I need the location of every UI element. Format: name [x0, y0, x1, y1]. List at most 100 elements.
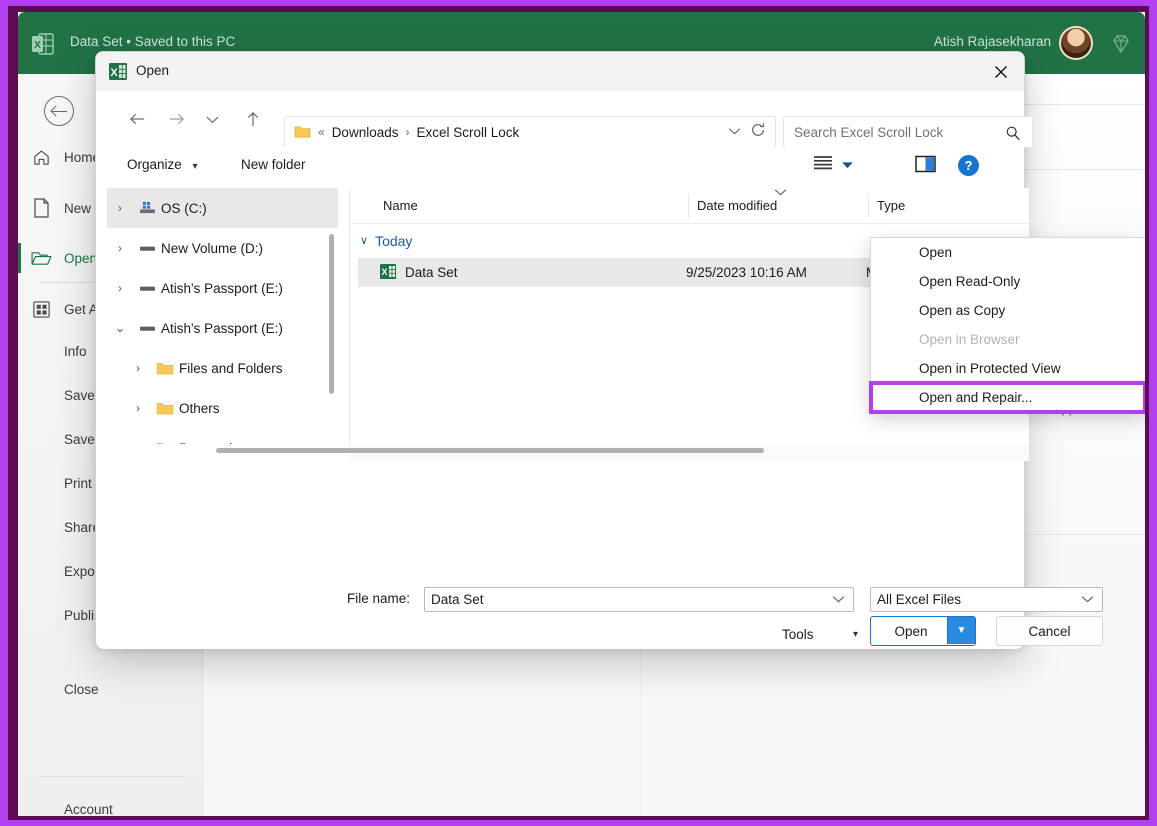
sidebar-item-label: Print [64, 476, 92, 491]
column-headers: Name Date modified Type [350, 188, 1029, 224]
recent-locations-button[interactable] [196, 103, 228, 135]
sidebar-item-label: New [64, 201, 91, 216]
chevron-right-icon[interactable]: › [107, 241, 133, 255]
tree-item-label: Atish's Passport (E:) [161, 281, 283, 296]
new-folder-label: New folder [241, 157, 306, 172]
home-icon [18, 148, 64, 167]
preview-pane-button[interactable] [915, 155, 936, 178]
back-arrow-icon[interactable] [44, 96, 74, 126]
tree-item-new-volume-d[interactable]: › New Volume (D:) [107, 228, 338, 268]
sidebar-divider-bottom [40, 776, 186, 777]
column-divider[interactable] [688, 194, 689, 218]
folder-icon [151, 361, 179, 376]
search-icon[interactable] [1005, 125, 1021, 146]
menu-item-label: Open in Protected View [919, 361, 1061, 376]
search-input[interactable]: Search Excel Scroll Lock [783, 116, 1033, 148]
column-header-name[interactable]: Name [383, 198, 418, 213]
breadcrumb-item-current[interactable]: Excel Scroll Lock [416, 125, 519, 140]
sidebar-item-close[interactable]: Close [18, 672, 203, 706]
column-header-type[interactable]: Type [877, 198, 905, 213]
forward-button[interactable] [160, 103, 192, 135]
menu-item-open-in-protected-view[interactable]: Open in Protected View [871, 354, 1145, 383]
tree-item-label: Atish's Passport (E:) [161, 321, 283, 336]
chevron-right-icon[interactable]: › [107, 201, 133, 215]
tree-item-label: OS (C:) [161, 201, 207, 216]
sidebar-item-label: Info [64, 344, 87, 359]
dialog-title-bar[interactable]: X Open [96, 52, 1024, 91]
cancel-button[interactable]: Cancel [996, 616, 1103, 646]
avatar[interactable] [1059, 26, 1093, 60]
breadcrumb-item-downloads[interactable]: Downloads [332, 125, 399, 140]
account-name[interactable]: Atish Rajasekharan [934, 34, 1051, 49]
open-split-arrow-button[interactable]: ▼ [947, 617, 975, 644]
sidebar-item-account[interactable]: Account [18, 792, 203, 816]
file-list-hscrollbar-thumb[interactable] [216, 448, 764, 453]
up-one-level-button[interactable] [237, 103, 269, 135]
diamond-icon[interactable] [1109, 32, 1133, 56]
chevron-right-icon[interactable]: › [107, 281, 133, 295]
open-dialog: X Open [95, 51, 1025, 648]
tree-item-os-c[interactable]: › OS (C:) [107, 188, 338, 228]
drive-icon [133, 321, 161, 335]
group-header-label: Today [375, 233, 412, 249]
chevron-down-icon: ▼ [957, 625, 967, 636]
menu-item-open-and-repair[interactable]: Open and Repair... [871, 383, 1145, 412]
view-options-button[interactable] [813, 155, 854, 175]
file-type-select[interactable]: All Excel Files [870, 587, 1103, 612]
svg-text:X: X [34, 40, 41, 51]
chevron-down-icon[interactable]: ∨ [360, 234, 368, 247]
preview-pane-icon [915, 155, 936, 178]
search-placeholder: Search Excel Scroll Lock [794, 125, 943, 140]
dialog-title: Open [136, 63, 169, 78]
menu-item-open[interactable]: Open [871, 238, 1145, 267]
chevron-down-icon[interactable] [832, 594, 845, 606]
sidebar-item-label: Account [64, 802, 113, 817]
menu-item-label: Open in Browser [919, 332, 1020, 347]
chevron-right-icon[interactable]: › [125, 361, 151, 375]
breadcrumb-overflow[interactable]: « [318, 125, 325, 139]
tree-item-others[interactable]: › Others [107, 388, 338, 428]
tree-item-files-and-folders[interactable]: › Files and Folders [107, 348, 338, 388]
tree-scrollbar-thumb[interactable] [329, 234, 334, 394]
tree-item-label: Files and Folders [179, 361, 283, 376]
menu-item-open-as-copy[interactable]: Open as Copy [871, 296, 1145, 325]
menu-item-open-read-only[interactable]: Open Read-Only [871, 267, 1145, 296]
tree-item-passport-e-1[interactable]: › Atish's Passport (E:) [107, 268, 338, 308]
column-divider[interactable] [868, 194, 869, 218]
sidebar-item-label: Save [64, 388, 95, 403]
close-icon[interactable] [978, 52, 1024, 91]
chevron-down-icon[interactable] [728, 126, 741, 138]
menu-item-label: Open as Copy [919, 303, 1005, 318]
chevron-right-icon[interactable]: › [125, 441, 151, 444]
refresh-icon[interactable] [750, 122, 766, 143]
tools-button[interactable]: Tools ▾ [782, 621, 862, 647]
address-bar[interactable]: « Downloads › Excel Scroll Lock [284, 116, 776, 148]
tree-item-passport-e-2[interactable]: ⌄ Atish's Passport (E:) [107, 308, 338, 348]
tree-item-label: Others [179, 401, 220, 416]
organize-button[interactable]: Organize ▾ [127, 157, 198, 172]
chevron-down-icon[interactable] [841, 156, 854, 174]
tree-item-personal[interactable]: › Personal [107, 428, 338, 444]
open-button[interactable]: Open ▼ [870, 616, 976, 646]
file-name-input[interactable]: Data Set [424, 587, 854, 612]
new-doc-icon [18, 198, 64, 218]
column-header-date-modified[interactable]: Date modified [697, 198, 777, 213]
file-name-label: File name: [347, 591, 410, 606]
help-button[interactable]: ? [958, 155, 979, 176]
svg-text:X: X [381, 267, 387, 277]
group-header-today[interactable]: ∨ Today [350, 224, 412, 257]
cancel-button-label: Cancel [1028, 624, 1070, 639]
sidebar-item-label: Open [64, 251, 97, 266]
drive-icon [133, 281, 161, 295]
chevron-down-icon[interactable] [1081, 594, 1094, 606]
help-icon: ? [958, 155, 979, 176]
back-button[interactable] [121, 103, 153, 135]
file-name-cell: Data Set [405, 265, 686, 280]
chevron-right-icon[interactable]: › [125, 401, 151, 415]
help-glyph: ? [965, 158, 973, 173]
add-ins-icon [18, 300, 64, 319]
tree-item-label: New Volume (D:) [161, 241, 263, 256]
chevron-down-icon[interactable]: ⌄ [107, 321, 133, 335]
breadcrumb-separator: › [405, 125, 409, 139]
new-folder-button[interactable]: New folder [241, 157, 306, 172]
